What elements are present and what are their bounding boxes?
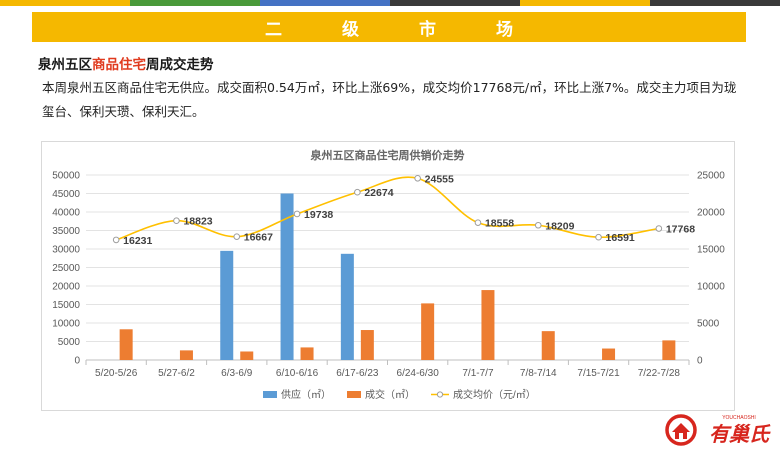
- supply-deal-price-chart: 泉州五区商品住宅周供销价走势 0 5000 10000 15000 20000 25000 3…: [52, 148, 725, 401]
- category-label: 7/22-7/28: [638, 368, 681, 379]
- category-label: 7/8-7/14: [520, 368, 557, 379]
- price-point: [655, 225, 663, 232]
- price-point: [354, 188, 361, 196]
- right-axis-tick-label: 5000: [697, 319, 720, 330]
- deal-bar: [662, 340, 676, 360]
- deal-bar: [360, 330, 374, 360]
- left-axis-tick-label: 35000: [52, 226, 80, 237]
- chart-title: 泉州五区商品住宅周供销价走势: [310, 148, 465, 162]
- price-data-label: 16591: [606, 232, 635, 244]
- right-axis-tick-label: 20000: [697, 208, 725, 219]
- price-data-label: 18209: [545, 220, 574, 232]
- right-axis-tick-label: 25000: [697, 171, 725, 182]
- left-axis-tick-label: 0: [74, 356, 80, 367]
- left-axis-tick-label: 20000: [52, 282, 80, 293]
- logo-subtext: YOUCHAOSHI: [722, 415, 756, 421]
- right-axis-tick-label: 10000: [697, 282, 725, 293]
- price-data-label: 18823: [183, 216, 212, 228]
- house-logo-icon: [665, 414, 697, 446]
- deal-bar: [240, 351, 254, 360]
- stripe-segment: [520, 0, 650, 6]
- stripe-segment: [130, 0, 260, 6]
- price-data-label: 16667: [244, 232, 273, 244]
- price-data-label: 19738: [304, 209, 333, 221]
- stripe-segment: [390, 0, 520, 6]
- category-label: 5/20-5/26: [95, 368, 138, 379]
- deal-bar: [179, 350, 193, 360]
- category-label: 5/27-6/2: [158, 368, 195, 379]
- price-point: [414, 174, 421, 182]
- left-axis-tick-label: 25000: [52, 263, 80, 274]
- logo-text: 有巢氏: [709, 422, 771, 446]
- legend-label: 成交（㎡）: [365, 388, 415, 401]
- stripe-segment: [260, 0, 390, 6]
- headline-highlight: 商品住宅: [92, 57, 146, 73]
- price-data-label: 24555: [425, 173, 454, 185]
- brand-logo: YOUCHAOSHI 有巢氏: [665, 414, 771, 446]
- left-axis-tick-label: 50000: [52, 171, 80, 182]
- category-label: 7/1-7/7: [462, 368, 494, 379]
- legend-label: 成交均价（元/㎡）: [453, 388, 536, 401]
- deal-bar: [541, 331, 555, 360]
- deal-bar: [602, 348, 616, 360]
- price-data-label: 18558: [485, 218, 514, 230]
- price-point: [474, 219, 482, 226]
- supply-bar: [340, 253, 354, 360]
- price-data-label: 16231: [123, 235, 152, 247]
- left-axis-tick-label: 10000: [52, 319, 80, 330]
- left-axis-tick-label: 45000: [52, 189, 80, 200]
- right-axis-tick-label: 0: [697, 356, 703, 367]
- top-color-stripe: [0, 0, 780, 6]
- price-data-label: 22674: [364, 187, 393, 199]
- category-label: 6/3-6/9: [221, 368, 253, 379]
- stripe-segment: [0, 0, 130, 6]
- price-point: [173, 217, 180, 225]
- left-axis-tick-label: 15000: [52, 300, 80, 311]
- price-point: [233, 233, 241, 240]
- category-label: 6/24-6/30: [397, 368, 440, 379]
- legend-swatch: [347, 391, 361, 398]
- left-axis-tick-label: 5000: [58, 337, 81, 348]
- summary-paragraph: 本周泉州五区商品住宅无供应。成交面积0.54万㎡，环比上涨69%，成交均价177…: [42, 80, 737, 119]
- headline-suffix: 周成交走势: [146, 57, 214, 73]
- section-banner: 二级市场: [32, 12, 746, 42]
- price-point: [112, 236, 120, 244]
- price-point: [293, 210, 301, 218]
- headline-prefix: 泉州五区: [38, 57, 92, 73]
- chart-headline: 泉州五区商品住宅周成交走势: [38, 53, 214, 73]
- section-title: 二级市场: [265, 19, 573, 40]
- stripe-segment: [650, 0, 780, 6]
- deal-bar: [421, 303, 435, 360]
- price-data-label: 17768: [666, 224, 695, 236]
- category-label: 6/17-6/23: [336, 368, 379, 379]
- deal-bar: [481, 290, 495, 360]
- legend-marker: [436, 391, 444, 398]
- category-label: 6/10-6/16: [276, 368, 319, 379]
- legend-swatch: [263, 391, 277, 398]
- category-label: 7/15-7/21: [577, 368, 620, 379]
- deal-bar: [119, 329, 133, 360]
- price-point: [534, 221, 542, 229]
- price-point: [595, 233, 602, 241]
- supply-bar: [220, 250, 234, 360]
- right-axis-tick-label: 15000: [697, 245, 725, 256]
- legend-label: 供应（㎡）: [281, 388, 331, 401]
- left-axis-tick-label: 30000: [52, 245, 80, 256]
- deal-bar: [300, 347, 314, 360]
- left-axis-tick-label: 40000: [52, 208, 80, 219]
